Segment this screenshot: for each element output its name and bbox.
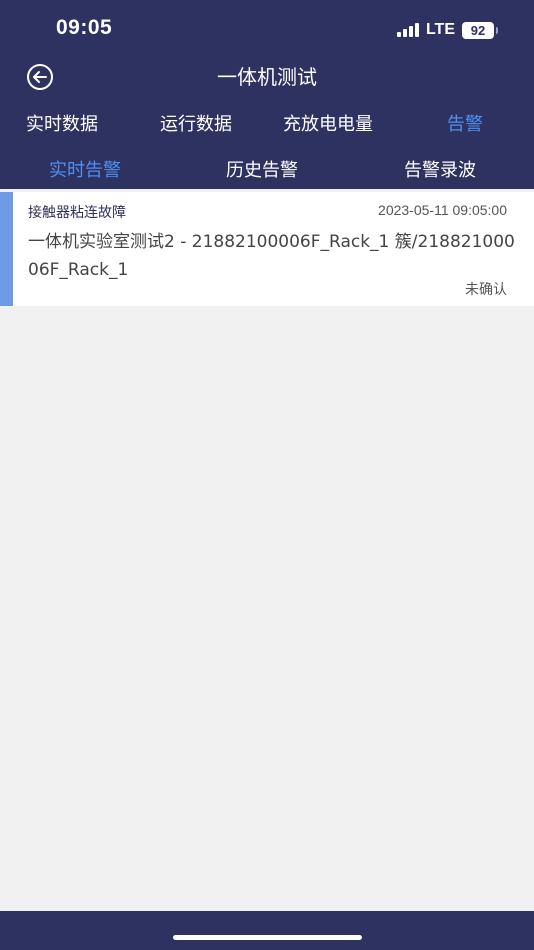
tab-realtime-data[interactable]: 实时数据 bbox=[26, 112, 98, 138]
status-indicators: LTE 92 bbox=[396, 20, 498, 40]
signal-icon bbox=[396, 23, 419, 37]
tab-operation-data[interactable]: 运行数据 bbox=[160, 112, 232, 138]
alarm-list-item[interactable]: 接触器粘连故障 2023-05-11 09:05:00 一体机实验室测试2 - … bbox=[0, 192, 534, 306]
alarm-name: 接触器粘连故障 bbox=[28, 205, 126, 221]
subtab-alarm-waveform[interactable]: 告警录波 bbox=[404, 158, 476, 184]
bottom-bar bbox=[0, 911, 534, 950]
tab-charge-discharge[interactable]: 充放电电量 bbox=[283, 112, 373, 138]
tab-alarm[interactable]: 告警 bbox=[447, 112, 483, 138]
alarm-severity-bar bbox=[0, 192, 13, 306]
alarm-status: 未确认 bbox=[465, 282, 507, 298]
alarm-time: 2023-05-11 09:05:00 bbox=[378, 202, 507, 218]
app-header: 09:05 LTE 92 一体机测试 实时数据 运行数据 充放电电量 告警 实时… bbox=[0, 0, 534, 189]
subtab-realtime-alarm[interactable]: 实时告警 bbox=[49, 158, 121, 184]
network-type: LTE bbox=[425, 21, 455, 38]
home-indicator[interactable] bbox=[173, 935, 362, 940]
alarm-description: 一体机实验室测试2 - 21882100006F_Rack_1 簇/218821… bbox=[28, 232, 515, 280]
battery-icon: 92 bbox=[462, 21, 498, 39]
status-time: 09:05 bbox=[56, 16, 113, 39]
subtab-history-alarm[interactable]: 历史告警 bbox=[226, 158, 298, 184]
page-title: 一体机测试 bbox=[217, 65, 317, 89]
